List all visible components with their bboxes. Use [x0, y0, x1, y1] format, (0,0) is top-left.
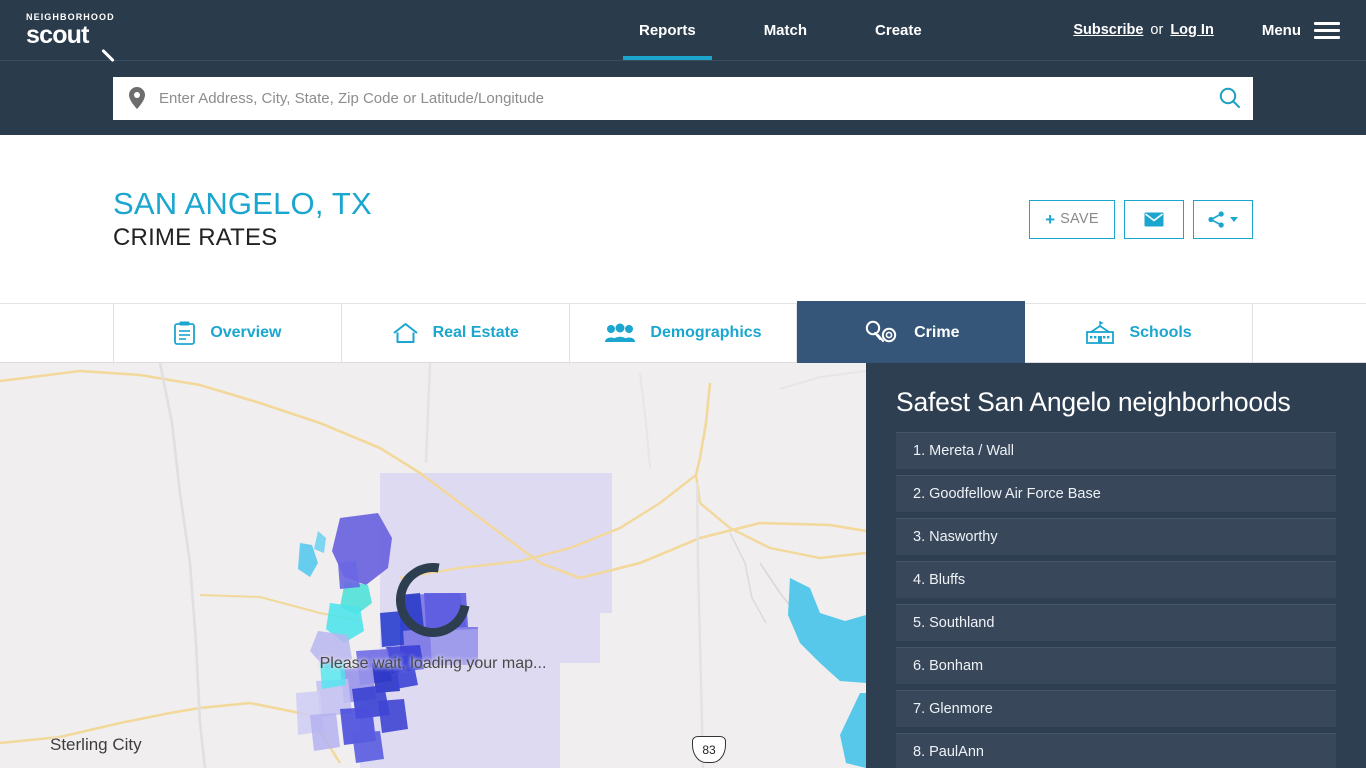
save-button[interactable]: + SAVE	[1029, 199, 1115, 239]
safest-neighborhoods-title: Safest San Angelo neighborhoods	[896, 387, 1291, 417]
nav-right-section: Subscribe or Log In Menu	[1073, 0, 1366, 60]
subscribe-link[interactable]: Subscribe	[1073, 22, 1143, 38]
login-link[interactable]: Log In	[1170, 22, 1214, 38]
map-label-sterling-city: Sterling City	[50, 735, 142, 754]
people-icon	[604, 323, 636, 343]
page-title-block: SAN ANGELO, TX CRIME RATES + SAVE	[0, 135, 1366, 304]
page-actions: + SAVE	[1029, 199, 1253, 239]
highway-shield-83: 83	[692, 736, 726, 763]
school-icon	[1085, 320, 1115, 346]
hamburger-icon	[1314, 21, 1340, 39]
envelope-icon	[1144, 212, 1164, 226]
house-icon	[392, 321, 419, 345]
menu-button-label: Menu	[1261, 21, 1301, 39]
save-button-label: SAVE	[1060, 211, 1099, 227]
section-tabs: Overview Real Estate Demographics Crime …	[0, 301, 1366, 365]
tab-crime-label: Crime	[914, 324, 960, 341]
menu-button[interactable]: Menu	[1261, 21, 1340, 39]
search-bar-row	[0, 61, 1366, 135]
tab-overview-label: Overview	[210, 324, 282, 341]
neighborhood-list-item-4[interactable]: 4. Bluffs	[896, 561, 1336, 598]
tab-overview[interactable]: Overview	[113, 304, 342, 362]
share-icon	[1208, 210, 1224, 228]
map-pin-icon	[129, 87, 145, 109]
site-logo[interactable]: NEIGHBORHOOD scout	[0, 0, 140, 62]
logo-bottom-text: scout	[26, 22, 115, 62]
map-canvas	[0, 363, 866, 768]
nav-item-match-label: Match	[763, 21, 808, 39]
neighborhood-list-item-6[interactable]: 6. Bonham	[896, 647, 1336, 684]
search-input[interactable]	[159, 89, 1217, 107]
safest-neighborhoods-panel: Safest San Angelo neighborhoods 1. Meret…	[866, 363, 1366, 768]
email-button[interactable]	[1124, 199, 1184, 239]
auth-links: Subscribe or Log In	[1073, 22, 1214, 38]
clipboard-icon	[173, 321, 196, 346]
neighborhood-list-item-2[interactable]: 2. Goodfellow Air Force Base	[896, 475, 1336, 512]
nav-item-reports-label: Reports	[639, 21, 696, 39]
crime-map[interactable]: Sterling City Ballinger Miles Paint Rock…	[0, 363, 866, 768]
tab-crime[interactable]: Crime	[797, 301, 1026, 365]
tab-real-estate-label: Real Estate	[432, 324, 519, 341]
plus-icon: +	[1045, 209, 1056, 229]
tab-schools[interactable]: Schools	[1025, 304, 1253, 362]
auth-separator-label: or	[1150, 22, 1164, 38]
magnifier-handle-icon	[100, 48, 115, 62]
neighborhood-list-item-8[interactable]: 8. PaulAnn	[896, 733, 1336, 768]
search-icon[interactable]	[1217, 85, 1243, 111]
neighborhood-list-item-5[interactable]: 5. Southland	[896, 604, 1336, 641]
neighborhood-list-item-1[interactable]: 1. Mereta / Wall	[896, 432, 1336, 469]
share-button[interactable]	[1193, 199, 1253, 239]
nav-item-match[interactable]: Match	[730, 0, 841, 60]
search-box[interactable]	[113, 76, 1253, 120]
handcuffs-icon	[862, 320, 900, 346]
nav-item-create[interactable]: Create	[841, 0, 956, 60]
content-area: Sterling City Ballinger Miles Paint Rock…	[0, 363, 1366, 768]
page-title-city: SAN ANGELO, TX	[113, 186, 372, 222]
top-navigation-bar: NEIGHBORHOOD scout Reports Match Create …	[0, 0, 1366, 62]
tab-demographics-label: Demographics	[650, 324, 762, 341]
nav-item-reports[interactable]: Reports	[605, 0, 730, 60]
chevron-down-icon	[1230, 216, 1238, 222]
tab-demographics[interactable]: Demographics	[570, 304, 798, 362]
tab-schools-label: Schools	[1129, 324, 1192, 341]
page-title-subtitle: CRIME RATES	[113, 224, 278, 252]
neighborhood-list-item-7[interactable]: 7. Glenmore	[896, 690, 1336, 727]
page-title: SAN ANGELO, TX CRIME RATES	[113, 185, 372, 252]
tab-real-estate[interactable]: Real Estate	[342, 304, 570, 362]
neighborhood-list-item-3[interactable]: 3. Nasworthy	[896, 518, 1336, 555]
primary-nav-items: Reports Match Create	[140, 0, 1073, 60]
nav-item-create-label: Create	[875, 21, 922, 39]
